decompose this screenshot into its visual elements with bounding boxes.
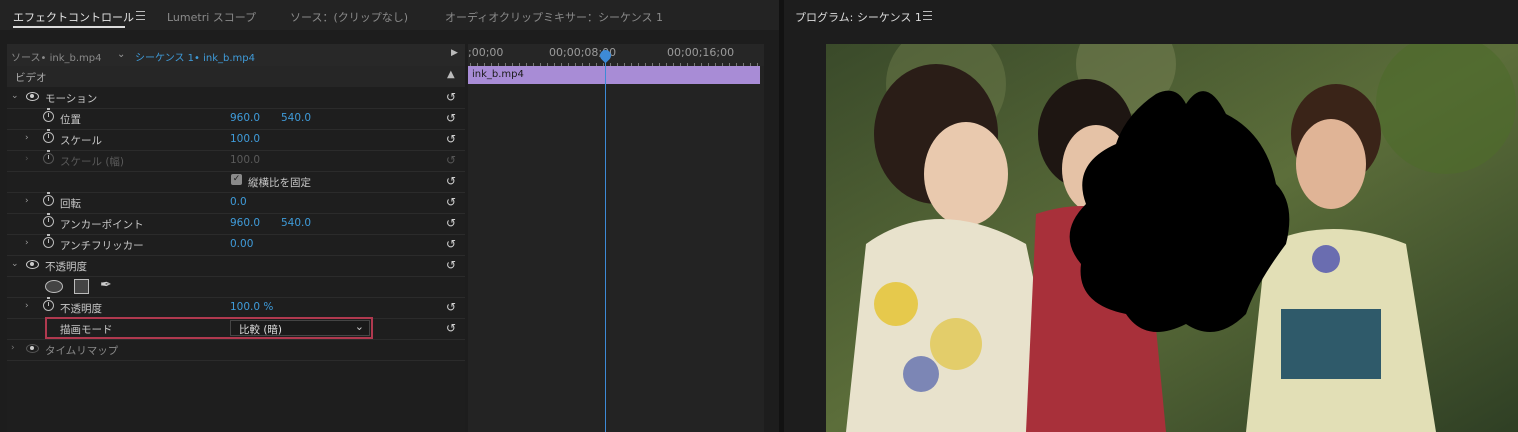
opacity-section-label: 不透明度 [45,261,87,273]
panel-menu-icon[interactable] [136,11,145,20]
chevron-right-icon[interactable]: › [25,133,29,143]
reset-icon[interactable]: ↺ [446,258,456,272]
fx-toggle-eye-icon[interactable] [26,260,39,269]
playhead-line[interactable] [605,54,606,432]
motion-label: モーション [45,93,98,105]
chevron-right-icon[interactable]: › [11,343,15,353]
stopwatch-icon[interactable] [43,234,54,248]
chevron-right-icon: › [25,154,29,164]
video-effects-header: ビデオ ▲ [7,66,465,87]
chevron-down-icon[interactable]: ⌄ [11,259,19,269]
reset-icon[interactable]: ↺ [446,111,456,125]
reset-icon[interactable]: ↺ [446,321,456,335]
chevron-right-icon[interactable]: › [25,238,29,248]
chevron-right-icon[interactable]: › [25,301,29,311]
reset-icon[interactable]: ↺ [446,90,456,104]
effect-row-opacity-section[interactable]: ⌄ 不透明度 ↺ [7,255,465,277]
scale-value[interactable]: 100.0 [230,133,260,145]
rotation-label: 回転 [60,198,81,210]
effect-row-rotation: › 回転 0.0 ↺ [7,192,465,214]
expand-timeline-icon[interactable]: ▶ [451,48,458,58]
time-remap-label: タイムリマップ [45,345,119,357]
chevron-right-icon[interactable]: › [25,196,29,206]
clip-name: ink_b.mp4 [472,69,524,80]
blend-mode-highlight [45,317,373,339]
panel-divider[interactable] [779,0,784,432]
panel-tab-bar: エフェクトコントロール Lumetri スコープ ソース：(クリップなし) オー… [0,0,779,30]
sequence-clip-label[interactable]: シーケンス 1• ink_b.mp4 [135,49,255,64]
anchor-y-value[interactable]: 540.0 [281,217,311,229]
tick-label: 00;00;16;00 [667,46,735,59]
program-monitor-header: プログラム: シーケンス 1 [784,0,1518,30]
effect-controls-header: ソース• ink_b.mp4 ⌄ シーケンス 1• ink_b.mp4 ▶ [7,44,465,66]
video-frame-image [826,44,1518,432]
mini-timeline[interactable] [468,44,764,432]
tab-lumetri-scopes[interactable]: Lumetri スコープ [167,9,256,25]
video-header-label: ビデオ [15,72,47,84]
collapse-up-icon[interactable]: ▲ [447,69,455,80]
uniform-scale-checkbox[interactable]: ✓ [231,174,242,185]
scale-width-label: スケール (幅) [60,156,125,168]
opacity-value[interactable]: 100.0 % [230,301,273,313]
scale-width-value: 100.0 [230,154,261,166]
tick-label: ;00;00 [468,46,504,59]
anti-flicker-label: アンチフリッカー [60,240,144,252]
mask-tools-row: ✒ [7,276,465,298]
anti-flicker-value[interactable]: 0.00 [230,238,253,250]
effect-row-opacity: › 不透明度 100.0 % ↺ [7,297,465,319]
tab-audio-clip-mixer[interactable]: オーディオクリップミキサー：シーケンス 1 [445,9,663,25]
stopwatch-icon[interactable] [43,129,54,143]
anchor-point-label: アンカーポイント [60,219,144,231]
stopwatch-icon[interactable] [43,213,54,227]
stopwatch-icon[interactable] [43,108,54,122]
tab-effect-controls[interactable]: エフェクトコントロール [13,9,134,25]
stopwatch-icon[interactable] [43,297,54,311]
reset-icon[interactable]: ↺ [446,174,456,188]
reset-icon[interactable]: ↺ [446,195,456,209]
opacity-label: 不透明度 [60,303,102,315]
panel-menu-icon[interactable] [923,11,932,20]
reset-icon[interactable]: ↺ [446,216,456,230]
effect-row-motion[interactable]: ⌄ モーション ↺ [7,87,465,109]
timeline-ruler[interactable]: ;00;00 00;00;08;00 00;00;16;00 [468,44,764,66]
chevron-down-icon[interactable]: ⌄ [117,49,125,60]
effect-row-time-remap[interactable]: › タイムリマップ [7,339,465,361]
stopwatch-icon[interactable] [43,192,54,206]
timeline-clip[interactable]: ink_b.mp4 [468,66,760,84]
reset-icon[interactable]: ↺ [446,300,456,314]
chevron-down-icon[interactable]: ⌄ [11,91,19,101]
effect-row-position: 位置 960.0 540.0 ↺ [7,108,465,130]
program-video-frame[interactable] [826,44,1518,432]
active-tab-underline [13,26,125,28]
program-monitor-title[interactable]: プログラム: シーケンス 1 [795,9,922,25]
effect-row-anchor-point: アンカーポイント 960.0 540.0 ↺ [7,213,465,235]
fx-toggle-eye-icon[interactable] [26,344,39,353]
scale-label: スケール [60,135,102,147]
effect-row-anti-flicker: › アンチフリッカー 0.00 ↺ [7,234,465,256]
rotation-value[interactable]: 0.0 [230,196,247,208]
fx-toggle-eye-icon[interactable] [26,92,39,101]
anchor-x-value[interactable]: 960.0 [230,217,260,229]
position-label: 位置 [60,114,81,126]
ellipse-mask-icon[interactable] [45,280,63,293]
pen-mask-icon[interactable]: ✒ [100,277,112,293]
effect-row-scale: › スケール 100.0 ↺ [7,129,465,151]
position-y-value[interactable]: 540.0 [281,112,311,124]
source-clip-label[interactable]: ソース• ink_b.mp4 [11,49,101,64]
rectangle-mask-icon[interactable] [74,279,89,294]
effect-row-scale-width: › スケール (幅) 100.0 ↺ [7,150,465,172]
tab-source[interactable]: ソース：(クリップなし) [290,9,408,25]
stopwatch-icon [43,150,54,164]
reset-icon[interactable]: ↺ [446,237,456,251]
uniform-scale-label: 縦横比を固定 [248,177,311,189]
effect-row-uniform-scale: ✓ 縦横比を固定 ↺ [7,171,465,193]
reset-icon[interactable]: ↺ [446,132,456,146]
position-x-value[interactable]: 960.0 [230,112,260,124]
reset-icon: ↺ [446,153,457,167]
